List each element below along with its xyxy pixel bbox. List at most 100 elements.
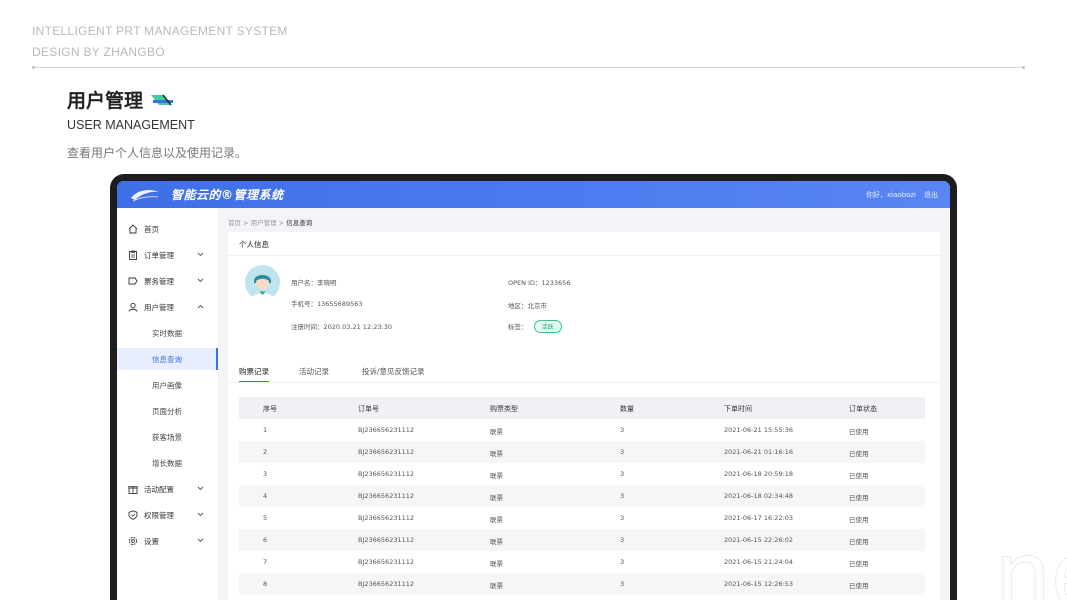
sidebar-subitem-label: 信息查询 — [152, 354, 182, 364]
sidebar-item-orders[interactable]: 订单管理 — [117, 244, 218, 266]
phone-field: 手机号：13655689563 — [291, 298, 363, 308]
table-header-cell: 序号 — [263, 405, 277, 413]
sidebar-item-label: 首页 — [144, 224, 159, 234]
table-cell: 2021-06-17 16:22:03 — [724, 514, 794, 522]
sidebar-subitem-label: 实时数据 — [152, 328, 182, 338]
table-cell: 联票 — [490, 494, 503, 502]
sidebar-subitem-label: 增长数据 — [152, 458, 182, 468]
tags-label: 标签： — [508, 323, 528, 331]
card-title: 个人信息 — [239, 240, 269, 249]
table-cell: BJ236656231112 — [358, 426, 415, 434]
logout-link[interactable]: 退出 — [924, 190, 938, 200]
table-cell: 4 — [263, 492, 268, 500]
table-cell: 7 — [263, 558, 268, 566]
gear-icon — [128, 536, 138, 546]
breadcrumb-parent[interactable]: 用户管理 — [251, 219, 277, 227]
table-cell: 联票 — [490, 516, 503, 524]
table-cell: 已使用 — [849, 472, 869, 480]
table-cell: 2021-06-15 12:26:53 — [724, 580, 794, 588]
sidebar-subitem-page-analysis[interactable]: 页面分析 — [117, 400, 218, 422]
table-row[interactable]: 7 BJ236656231112 联票 3 2021-06-15 21:24:0… — [239, 551, 925, 573]
table-row[interactable]: 1 BJ236656231112 联票 3 2021-06-21 15:55:3… — [239, 419, 925, 441]
region-field: 地区：北京市 — [508, 300, 547, 310]
breadcrumb-home[interactable]: 首页 — [228, 219, 241, 227]
app-topbar: 智能云的®管理系统 你好，xiaobozi 退出 — [117, 181, 950, 208]
sidebar-subitem-label: 获客场景 — [152, 432, 182, 442]
sidebar-item-tickets[interactable]: 票务管理 — [117, 270, 218, 292]
sidebar-item-home[interactable]: 首页 — [117, 218, 218, 240]
header-divider — [32, 66, 1025, 69]
breadcrumb-separator: > — [278, 219, 285, 227]
table-cell: 3 — [620, 580, 625, 588]
table-header-row: 序号 订单号 购票类型 数量 下单时间 订单状态 — [239, 397, 925, 419]
ribbon-icon — [151, 94, 174, 105]
table-cell: BJ236656231112 — [358, 536, 415, 544]
table-cell: 2021-06-21 15:55:36 — [724, 426, 794, 434]
table-row[interactable]: 4 BJ236656231112 联票 3 2021-06-18 02:34:4… — [239, 485, 925, 507]
table-row[interactable]: 3 BJ236656231112 联票 3 2021-06-18 20:59:1… — [239, 463, 925, 485]
sidebar-item-label: 活动配置 — [144, 484, 174, 494]
avatar — [245, 265, 280, 300]
table-cell: 3 — [620, 492, 625, 500]
table-cell: 已使用 — [849, 428, 869, 436]
table-cell: 1 — [263, 426, 268, 434]
table-cell: 3 — [620, 470, 625, 478]
table-cell: 8 — [263, 580, 268, 588]
registration-value: 2020.03.21 12:23:30 — [323, 323, 392, 331]
table-cell: 已使用 — [849, 538, 869, 546]
table-cell: 2021-06-15 22:26:02 — [724, 536, 794, 544]
sidebar-item-permissions[interactable]: 权限管理 — [117, 504, 218, 526]
table-cell: BJ236656231112 — [358, 470, 415, 478]
app-title: 智能云的®管理系统 — [171, 188, 284, 202]
tab-ticket-records[interactable]: 购票记录 — [239, 366, 269, 383]
table-row[interactable]: 6 BJ236656231112 联票 3 2021-06-15 22:26:0… — [239, 529, 925, 551]
app-screen: 智能云的®管理系统 你好，xiaobozi 退出 首页 订单管理 票务管理 用户… — [117, 181, 950, 600]
table-cell: BJ236656231112 — [358, 558, 415, 566]
section-description: 查看用户个人信息以及使用记录。 — [67, 146, 248, 160]
avatar-illustration-icon — [245, 265, 280, 300]
region-value: 北京市 — [527, 302, 548, 310]
table-cell: 3 — [620, 426, 625, 434]
sidebar-item-label: 用户管理 — [144, 302, 174, 312]
sidebar-subitem-realtime-data[interactable]: 实时数据 — [117, 322, 218, 344]
sidebar-subitem-label: 用户画像 — [152, 380, 182, 390]
registration-label: 注册时间： — [291, 323, 324, 331]
chevron-down-icon — [197, 486, 204, 491]
home-icon — [128, 224, 138, 234]
sidebar-item-label: 设置 — [144, 536, 159, 546]
sidebar-subitem-info-query[interactable]: 信息查询 — [117, 348, 218, 370]
sidebar-subitem-acquisition[interactable]: 获客场景 — [117, 426, 218, 448]
registration-field: 注册时间：2020.03.21 12:23:30 — [291, 321, 392, 331]
openid-label: OPEN ID： — [508, 279, 542, 287]
table-cell: 6 — [263, 536, 268, 544]
table-row[interactable]: 8 BJ236656231112 联票 3 2021-06-15 12:26:5… — [239, 573, 925, 595]
table-cell: 2021-06-15 21:24:04 — [724, 558, 794, 566]
chevron-up-icon — [197, 304, 204, 309]
chevron-down-icon — [197, 278, 204, 283]
sidebar-item-label: 票务管理 — [144, 276, 174, 286]
table-row[interactable]: 2 BJ236656231112 联票 3 2021-06-21 01:16:1… — [239, 441, 925, 463]
section-title: 用户管理 — [67, 86, 175, 113]
user-icon — [128, 302, 138, 312]
topbar-user-area: 你好，xiaobozi 退出 — [866, 181, 938, 208]
sidebar-item-settings[interactable]: 设置 — [117, 530, 218, 552]
sidebar-item-activities[interactable]: 活动配置 — [117, 478, 218, 500]
app-logo-icon — [131, 189, 159, 201]
sidebar-subitem-growth-data[interactable]: 增长数据 — [117, 452, 218, 474]
sidebar-item-users[interactable]: 用户管理 — [117, 296, 218, 318]
tab-feedback-records[interactable]: 投诉/意见反馈记录 — [362, 366, 425, 377]
tab-activity-records[interactable]: 活动记录 — [299, 366, 329, 377]
table-row[interactable]: 5 BJ236656231112 联票 3 2021-06-17 16:22:0… — [239, 507, 925, 529]
header-designer: DESIGN BY ZHANGBO — [32, 45, 165, 59]
table-cell: 已使用 — [849, 516, 869, 524]
ticket-icon — [128, 277, 138, 285]
sidebar-subitem-user-profile[interactable]: 用户画像 — [117, 374, 218, 396]
phone-label: 手机号： — [291, 300, 317, 308]
table-cell: 联票 — [490, 472, 503, 480]
table-cell: 2021-06-18 02:34:48 — [724, 492, 794, 500]
breadcrumb-separator: > — [243, 219, 249, 227]
table-cell: 3 — [620, 448, 625, 456]
table-cell: BJ236656231112 — [358, 514, 415, 522]
table-cell: 联票 — [490, 582, 503, 590]
sidebar: 首页 订单管理 票务管理 用户管理 实时数据 信息查询 用户画像 页面分析 获客… — [117, 208, 218, 600]
